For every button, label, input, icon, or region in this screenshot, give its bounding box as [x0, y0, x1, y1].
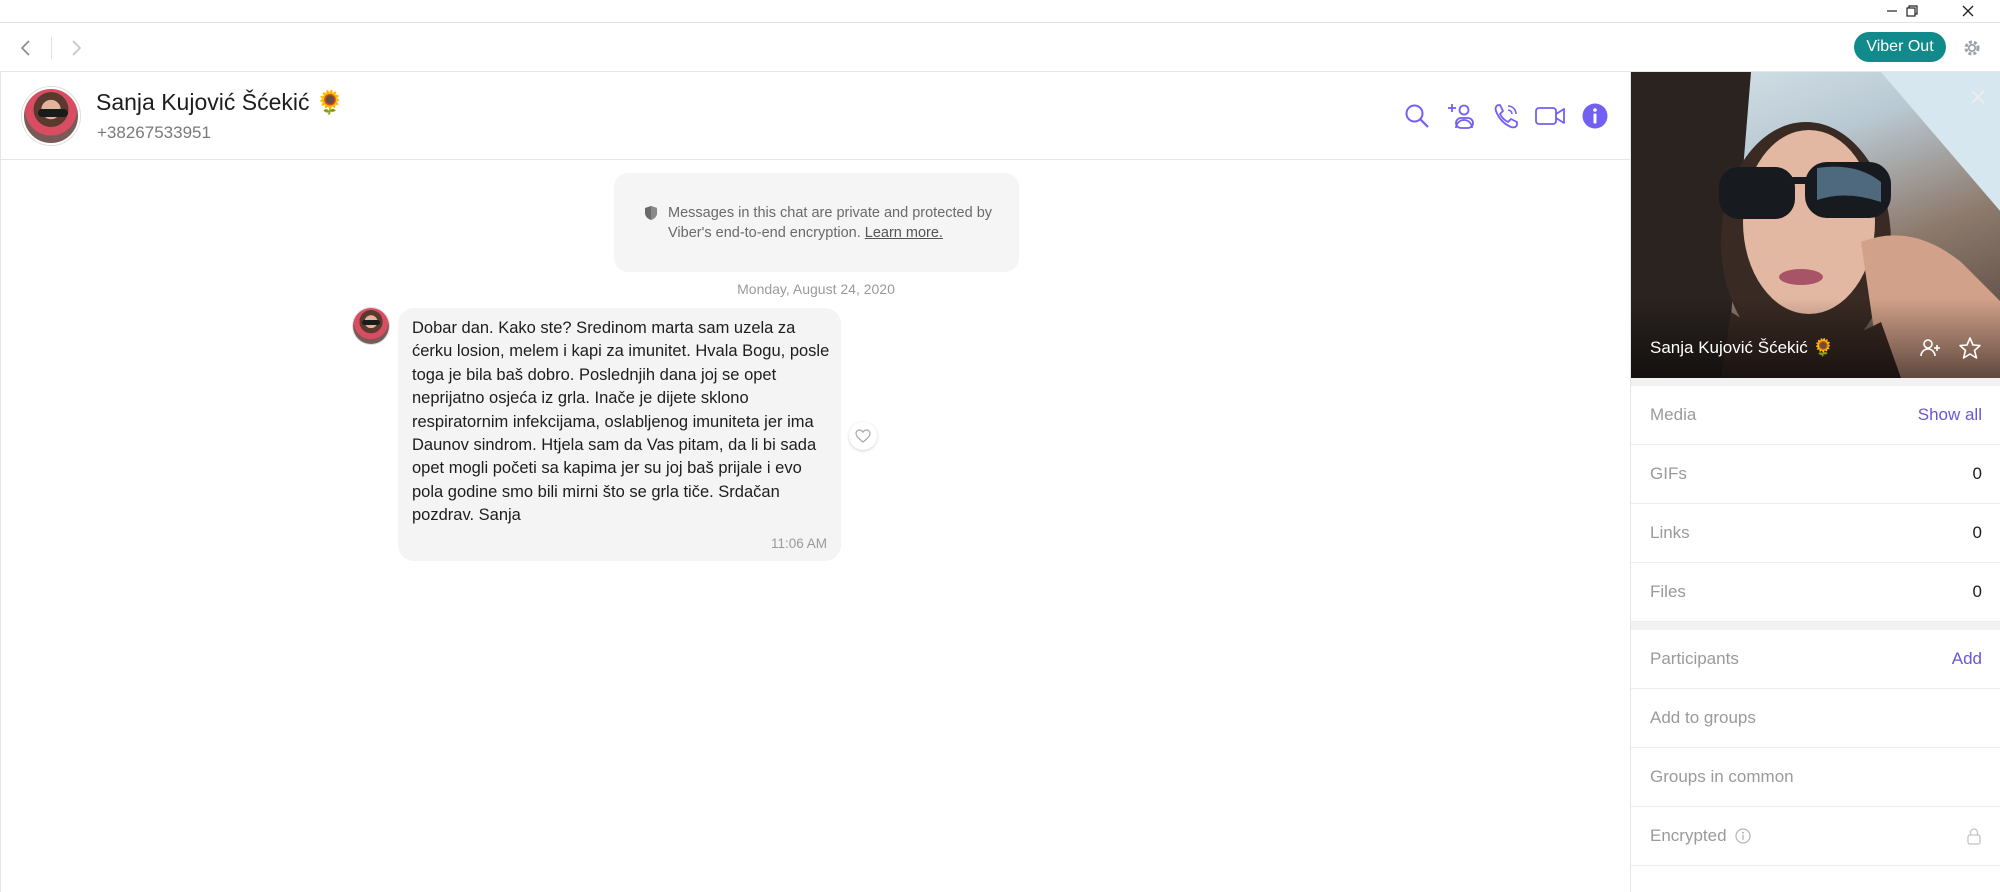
add-to-groups-row[interactable]: Add to groups	[1631, 689, 2000, 748]
message-text: Dobar dan. Kako ste? Sredinom marta sam …	[412, 319, 830, 525]
message-time: 11:06 AM	[770, 536, 827, 551]
nav-divider	[51, 37, 52, 59]
gifs-count: 0	[1972, 464, 1982, 483]
encryption-notice: Messages in this chat are private and pr…	[614, 173, 1019, 272]
profile-photo[interactable]: Sanja Kujović Šćekić 🌻	[1631, 72, 2000, 378]
like-heart-icon[interactable]	[849, 422, 877, 450]
encryption-notice-text: Messages in this chat are private and pr…	[668, 205, 993, 241]
info-icon[interactable]	[1578, 99, 1612, 133]
add-contact-icon[interactable]	[1916, 334, 1944, 362]
participants-label: Participants	[1650, 649, 1739, 668]
encrypted-row[interactable]: Encrypted	[1631, 807, 2000, 866]
gifs-label: GIFs	[1650, 464, 1687, 483]
title-bar	[0, 0, 2000, 22]
add-to-groups-label: Add to groups	[1650, 708, 1756, 727]
avatar[interactable]	[22, 87, 80, 145]
star-icon[interactable]	[1956, 334, 1984, 362]
call-icon[interactable]	[1489, 99, 1523, 133]
files-label: Files	[1650, 582, 1686, 601]
add-participant-link[interactable]: Add	[1952, 649, 1982, 669]
close-icon[interactable]	[1948, 0, 1988, 22]
gifs-row[interactable]: GIFs 0	[1631, 445, 2000, 504]
contact-name[interactable]: Sanja Kujović Šćekić 🌻	[96, 89, 345, 116]
shield-icon	[644, 205, 658, 226]
groups-in-common-label: Groups in common	[1650, 767, 1794, 786]
restore-icon[interactable]	[1892, 0, 1932, 22]
chevron-left-icon[interactable]	[11, 33, 41, 63]
messages-area[interactable]: Messages in this chat are private and pr…	[0, 160, 1630, 892]
files-row[interactable]: Files 0	[1631, 563, 2000, 622]
files-count: 0	[1972, 582, 1982, 601]
chat-header: Sanja Kujović Šćekić 🌻 +38267533951	[0, 72, 1630, 160]
media-label: Media	[1650, 405, 1697, 424]
learn-more-link[interactable]: Learn more.	[865, 225, 943, 241]
info-circle-icon[interactable]	[1735, 828, 1751, 849]
show-all-link[interactable]: Show all	[1918, 405, 1982, 425]
viber-window: Viber Out Sanja Kujović Šćekić 🌻 +382675…	[0, 0, 2000, 892]
links-label: Links	[1650, 523, 1690, 542]
gear-icon[interactable]	[1959, 35, 1985, 61]
search-icon[interactable]	[1400, 99, 1434, 133]
chevron-right-icon[interactable]	[61, 33, 91, 63]
avatar[interactable]	[353, 308, 389, 344]
lock-icon	[1966, 827, 1982, 850]
links-row[interactable]: Links 0	[1631, 504, 2000, 563]
close-icon[interactable]	[1967, 86, 1989, 108]
nav-bar: Viber Out	[0, 22, 2000, 72]
links-count: 0	[1972, 523, 1982, 542]
encrypted-label: Encrypted	[1650, 826, 1727, 845]
viber-out-button[interactable]: Viber Out	[1854, 32, 1946, 62]
add-participant-icon[interactable]	[1444, 99, 1478, 133]
contact-info-panel: Sanja Kujović Šćekić 🌻 Media Show all GI…	[1630, 72, 2000, 892]
profile-name: Sanja Kujović Šćekić 🌻	[1650, 338, 1834, 357]
media-row[interactable]: Media Show all	[1631, 386, 2000, 445]
groups-in-common-row[interactable]: Groups in common	[1631, 748, 2000, 807]
contact-phone: +38267533951	[97, 123, 211, 142]
message-bubble[interactable]: Dobar dan. Kako ste? Sredinom marta sam …	[398, 308, 841, 561]
video-call-icon[interactable]	[1533, 99, 1567, 133]
participants-row[interactable]: Participants Add	[1631, 630, 2000, 689]
date-separator: Monday, August 24, 2020	[737, 281, 895, 297]
